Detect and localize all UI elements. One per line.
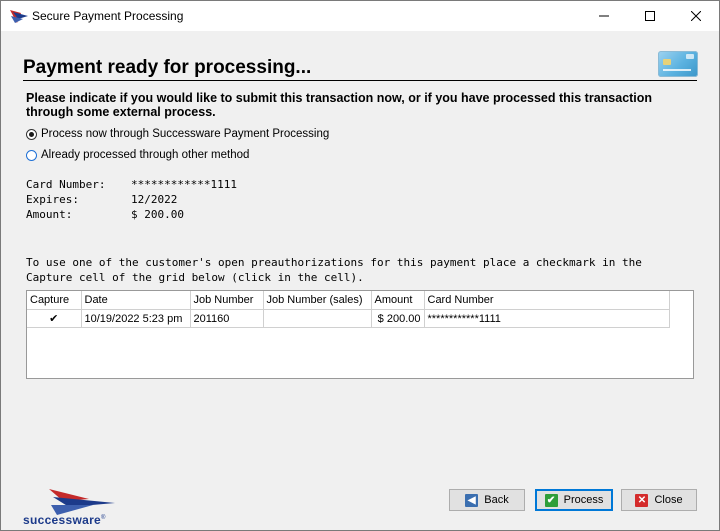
maximize-icon — [645, 11, 655, 21]
back-arrow-icon: ◀ — [465, 493, 479, 507]
close-button[interactable]: ✕ Close — [621, 489, 697, 511]
expires-label: Expires: — [26, 193, 79, 206]
card-number-cell[interactable]: ************1111 — [424, 309, 670, 328]
col-amount[interactable]: Amount — [371, 291, 425, 310]
option-already-processed[interactable]: Already processed through other method — [26, 149, 249, 161]
checkmark-icon: ✔ — [544, 493, 558, 507]
card-number-value: ************1111 — [131, 178, 237, 191]
page-title: Payment ready for processing... — [23, 57, 312, 78]
already-processed-label: Already processed through other method — [41, 149, 250, 161]
amount-cell[interactable]: $ 200.00 — [371, 309, 425, 328]
logo-text: successware® — [23, 513, 106, 527]
successware-logo: successware® — [23, 489, 123, 527]
job-number-cell[interactable]: 201160 — [190, 309, 264, 328]
already-processed-radio[interactable] — [26, 149, 37, 161]
close-button-label: Close — [654, 494, 683, 506]
minimize-button[interactable] — [581, 1, 627, 31]
maximize-button[interactable] — [627, 1, 673, 31]
credit-card-icon — [658, 51, 698, 77]
process-now-label: Process now through Successware Payment … — [41, 128, 330, 140]
back-button[interactable]: ◀ Back — [449, 489, 525, 511]
title-bar: Secure Payment Processing — [1, 1, 719, 31]
logo-trademark: ® — [101, 515, 106, 521]
logo-wordmark: successware — [23, 513, 102, 527]
preauth-line-2: Capture cell of the grid below (click in… — [26, 271, 364, 284]
minimize-icon — [599, 15, 609, 17]
instructions-text: Please indicate if you would like to sub… — [26, 91, 653, 119]
back-button-label: Back — [484, 494, 509, 506]
app-icon — [10, 10, 28, 23]
amount-value: $ 200.00 — [131, 208, 184, 221]
title-divider — [23, 80, 697, 81]
table-row[interactable]: ✔ 10/19/2022 5:23 pm 201160 $ 200.00 ***… — [27, 309, 670, 328]
window-title: Secure Payment Processing — [32, 9, 184, 23]
col-date[interactable]: Date — [81, 291, 191, 310]
option-process-now[interactable]: Process now through Successware Payment … — [26, 128, 329, 140]
col-job-number[interactable]: Job Number — [190, 291, 264, 310]
expires-value: 12/2022 — [131, 193, 178, 206]
preauth-instructions: To use one of the customer's open preaut… — [26, 255, 696, 285]
job-number-sales-cell[interactable] — [263, 309, 372, 328]
process-button-label: Process — [563, 494, 604, 506]
preauth-table: Capture Date Job Number Job Number (sale… — [27, 291, 670, 328]
card-number-label: Card Number: — [26, 178, 106, 191]
col-capture[interactable]: Capture — [27, 291, 82, 310]
grid-header-row: Capture Date Job Number Job Number (sale… — [27, 291, 670, 310]
capture-cell[interactable]: ✔ — [27, 309, 82, 328]
col-job-number-sales[interactable]: Job Number (sales) — [263, 291, 372, 310]
payment-dialog: Secure Payment Processing Payment ready … — [0, 0, 720, 531]
preauth-grid[interactable]: Capture Date Job Number Job Number (sale… — [26, 290, 694, 379]
close-window-button[interactable] — [673, 1, 719, 31]
col-card-number[interactable]: Card Number — [424, 291, 670, 310]
preauth-line-1: To use one of the customer's open preaut… — [26, 256, 642, 269]
successware-logo-icon — [49, 489, 115, 515]
date-cell[interactable]: 10/19/2022 5:23 pm — [81, 309, 191, 328]
amount-label: Amount: — [26, 208, 73, 221]
close-x-icon: ✕ — [635, 493, 649, 507]
process-now-radio[interactable] — [26, 128, 37, 140]
process-button[interactable]: ✔ Process — [535, 489, 613, 511]
close-icon — [691, 11, 701, 21]
